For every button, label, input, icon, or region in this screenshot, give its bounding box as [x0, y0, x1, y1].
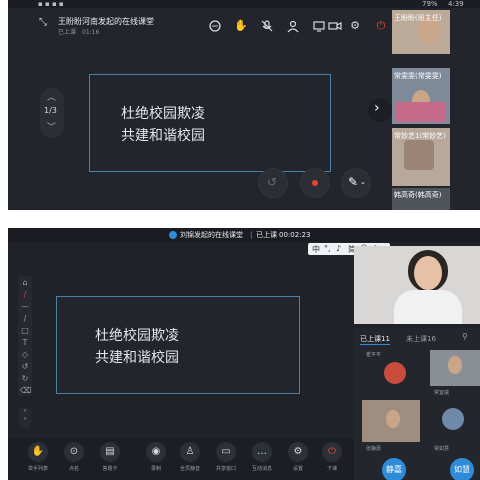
participant-name: 韩高奇(韩高奇): [394, 191, 442, 199]
member-avatar[interactable]: 静嘉: [382, 458, 406, 480]
record-icon: [312, 180, 318, 186]
page-indicator: 1/3: [44, 106, 57, 115]
class-status: 已上课: [256, 231, 277, 239]
hand-icon[interactable]: ✋: [234, 19, 248, 33]
member-name: 常如慧: [434, 446, 450, 452]
select-tool-icon[interactable]: ⌂: [20, 278, 30, 288]
slide-line-1: 杜绝校园欺凌: [121, 106, 205, 122]
user-icon[interactable]: [286, 19, 300, 33]
record-button[interactable]: [300, 168, 330, 198]
class-status: 已上课: [58, 29, 77, 36]
member-panel: 已上课11 未上课16 ⚲ 崔平平 常宜威 张静嘉 常如慧 静嘉 如慧: [354, 328, 480, 480]
teacher-video: [354, 246, 480, 324]
member-video[interactable]: [362, 400, 420, 442]
pen-tool-icon[interactable]: ∕: [20, 290, 30, 300]
eraser-icon[interactable]: ◇: [20, 350, 30, 360]
chat-icon[interactable]: [208, 19, 222, 33]
hand-icon: ✋: [28, 442, 48, 462]
highlighter-icon[interactable]: ∕: [20, 314, 30, 324]
line-tool-icon[interactable]: —: [20, 302, 30, 312]
power-icon: ⏻: [322, 442, 342, 462]
member-name: 崔平平: [366, 352, 382, 358]
slide-line-2: 共建和谐校园: [121, 128, 205, 144]
member-name: 常宜威: [434, 390, 450, 396]
app-logo-icon: [169, 231, 177, 239]
ime-mode[interactable]: 中: [312, 244, 320, 255]
participant-tile-1[interactable]: 王盼盼(班主任): [392, 10, 450, 54]
member-avatar[interactable]: [384, 362, 406, 384]
chevron-down-icon: ⌄: [360, 178, 366, 186]
whiteboard-slide: 杜绝校园欺凌 共建和谐校园: [56, 296, 300, 394]
teacher-face: [414, 256, 442, 290]
notification-icons: ▪ ▪ ▪ ▪: [38, 0, 64, 8]
settings-icon: ⚙: [288, 442, 308, 462]
class-title: 王盼盼河南发起的在线课堂: [58, 17, 154, 26]
clear-icon[interactable]: ⌫: [20, 386, 31, 396]
search-icon[interactable]: ⚲: [462, 332, 468, 341]
participant-name: 常妙艺1(常妙艺): [394, 132, 446, 140]
desktop-classroom-screenshot: 刘锦发起的在线课堂 | 已上课 00:02:23 中 °, ♪ 简 ☺ ⚙ ⌂ …: [8, 228, 480, 480]
class-elapsed: 01:16: [82, 29, 100, 36]
class-elapsed: 00:02:23: [279, 231, 311, 239]
member-face: [448, 356, 462, 374]
redo-icon[interactable]: ↻: [20, 374, 30, 384]
chevron-right-icon: ›: [374, 100, 380, 116]
member-name: 张静嘉: [366, 446, 382, 452]
title-separator: |: [250, 231, 253, 239]
camera-icon[interactable]: [328, 19, 342, 33]
shape-tool-icon[interactable]: □: [20, 326, 30, 336]
whiteboard-slide: 杜绝校园欺凌 共建和谐校园: [89, 74, 331, 172]
participant-tile-2[interactable]: 常雯雯(常雯雯): [392, 68, 450, 124]
title-bar: 刘锦发起的在线课堂 | 已上课 00:02:23: [8, 228, 480, 242]
bottom-toolbar: ✋ 举手列表 ⊙ 点名 ▤ 答题卡 ◉ 录制 ♙ 全员静音 ▭ 共享窗口 … 互…: [8, 438, 354, 480]
pen-button[interactable]: ✎ ⌄: [341, 168, 371, 198]
participant-tile-4[interactable]: 韩高奇(韩高奇): [392, 188, 450, 210]
member-avatar[interactable]: [442, 408, 464, 430]
page-down-icon[interactable]: ﹀: [47, 120, 56, 133]
phone-classroom-screenshot: ▪ ▪ ▪ ▪ 79% 4:39 ⤡ 王盼盼河南发起的在线课堂 已上课 01:1…: [8, 0, 480, 210]
slide-line-1: 杜绝校园欺凌: [95, 328, 179, 344]
window-title: 刘锦发起的在线课堂: [180, 231, 243, 239]
teacher-body: [394, 290, 462, 324]
undo-icon: ↺: [267, 175, 278, 189]
next-page-button[interactable]: ›: [368, 98, 392, 122]
mic-off-icon[interactable]: [260, 19, 274, 33]
drawing-tool-column: ⌂ ∕ — ∕ □ T ◇ ↺ ↻ ⌫: [18, 276, 32, 396]
tab-attended[interactable]: 已上课11: [360, 334, 390, 345]
screen-icon[interactable]: [312, 19, 326, 33]
location-icon: ⊙: [64, 442, 84, 462]
member-face: [386, 410, 400, 428]
chevron-down-icon[interactable]: ˅: [20, 417, 30, 427]
mute-all-icon: ♙: [180, 442, 200, 462]
tab-not-attended[interactable]: 未上课16: [406, 334, 436, 344]
member-avatar[interactable]: 如慧: [450, 458, 474, 480]
undo-icon[interactable]: ↺: [20, 362, 30, 372]
slide-line-2: 共建和谐校园: [95, 350, 179, 366]
page-navigator: ︿ 1/3 ﹀: [40, 88, 64, 138]
settings-icon[interactable]: ⚙: [348, 19, 362, 33]
participant-name: 王盼盼(班主任): [394, 14, 442, 22]
participant-video-bg: [396, 102, 446, 122]
member-video[interactable]: [430, 350, 480, 386]
ime-punct[interactable]: °,: [324, 244, 331, 253]
card-icon: ▤: [100, 442, 120, 462]
power-icon[interactable]: ⏻: [374, 19, 388, 33]
page-up-icon[interactable]: ︿: [47, 90, 56, 103]
pen-icon: ✎: [348, 175, 359, 189]
page-switcher[interactable]: ˄ ˅: [19, 408, 31, 428]
status-bar: ▪ ▪ ▪ ▪ 79% 4:39: [8, 0, 480, 8]
message-icon: …: [252, 442, 272, 462]
share-screen-icon: ▭: [216, 442, 236, 462]
participant-name: 常雯雯(常雯雯): [394, 72, 442, 80]
participant-video: [404, 140, 434, 170]
status-time: 4:39: [448, 0, 464, 8]
ime-mic-icon[interactable]: ♪: [336, 244, 341, 253]
participant-tile-3[interactable]: 常妙艺1(常妙艺): [392, 128, 450, 186]
undo-button[interactable]: ↺: [258, 168, 288, 198]
record-icon: ◉: [146, 442, 166, 462]
text-tool-icon[interactable]: T: [20, 338, 30, 348]
collapse-icon[interactable]: ⤡: [36, 16, 50, 30]
battery-level: 79%: [422, 0, 438, 8]
